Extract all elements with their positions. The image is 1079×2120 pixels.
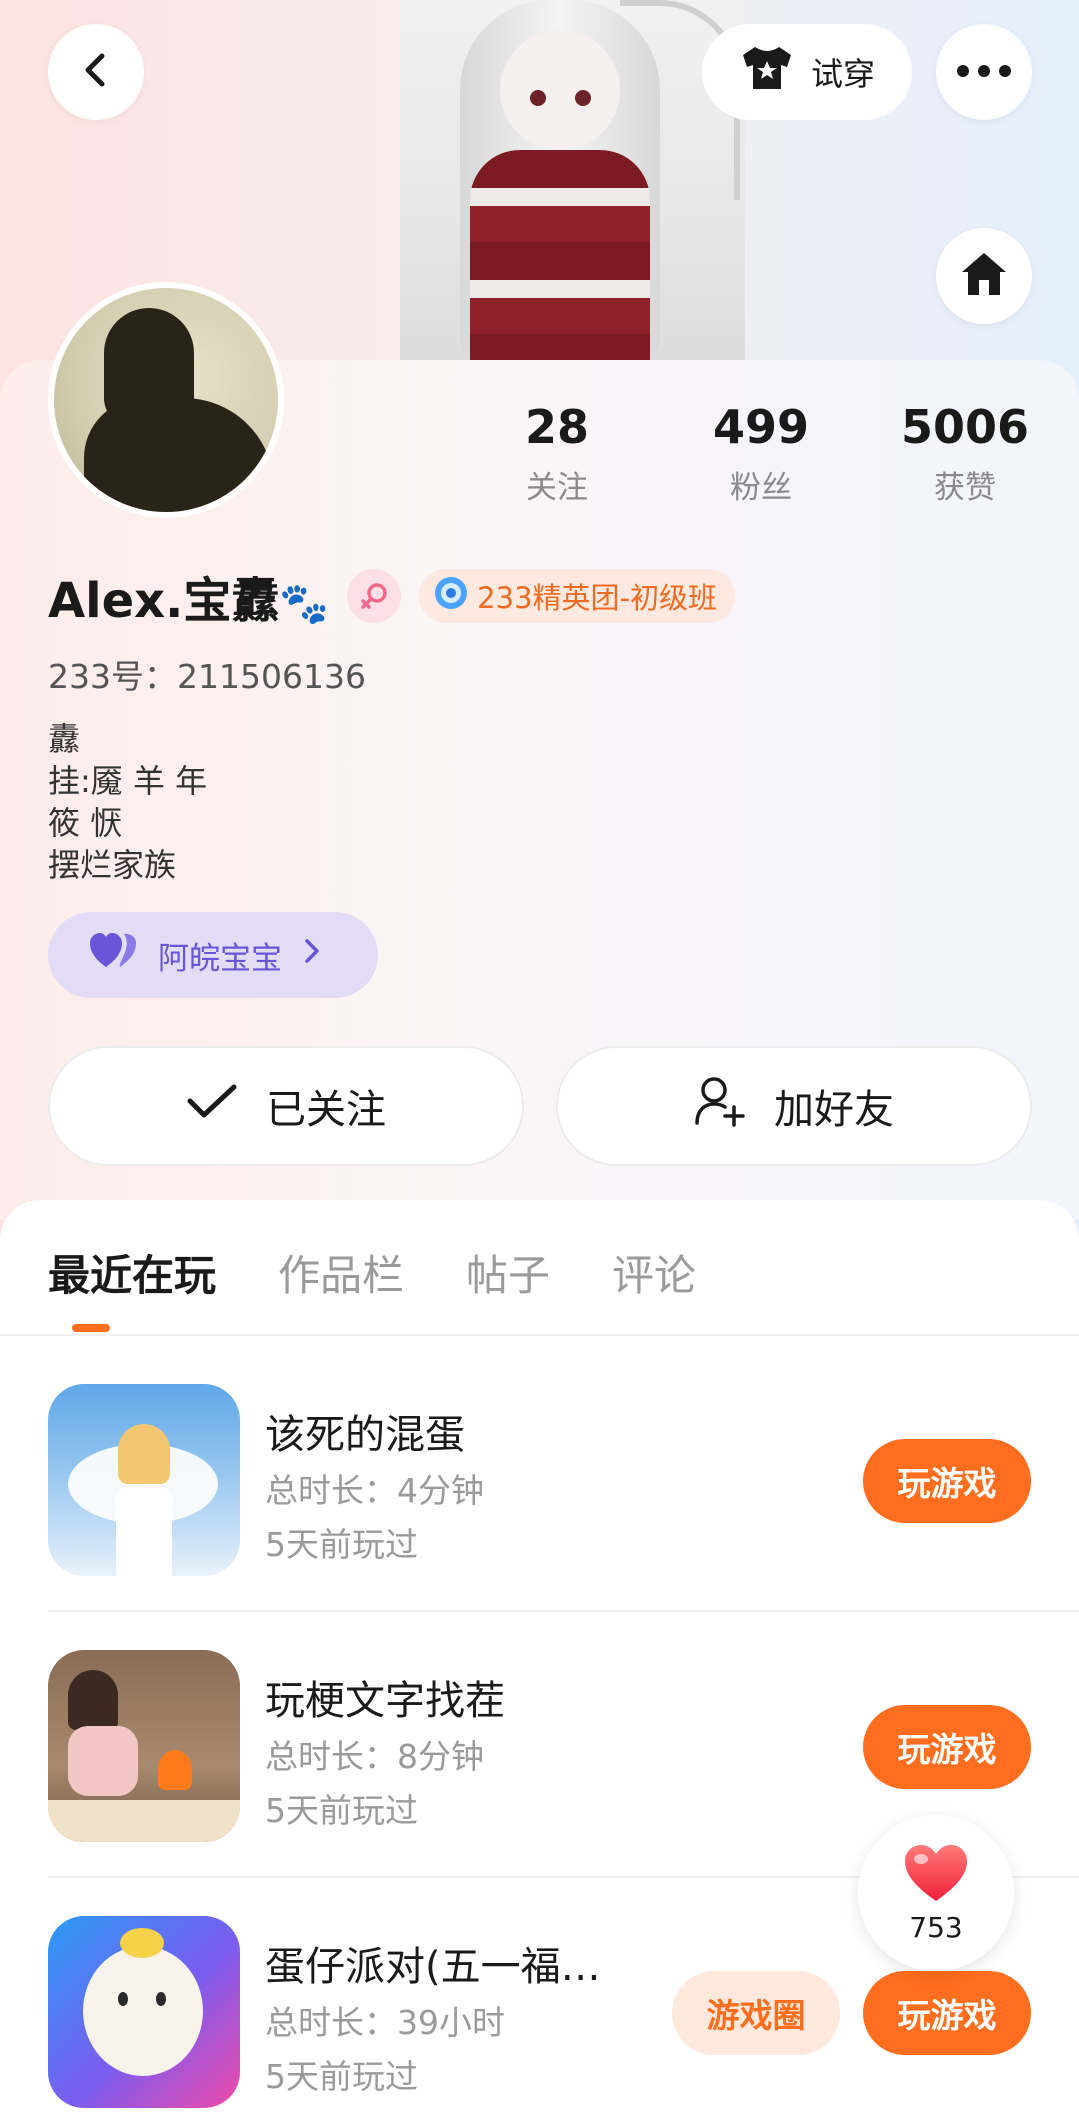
check-icon bbox=[186, 1081, 238, 1131]
stat-likes-label: 获赞 bbox=[934, 470, 996, 506]
group-label: 阿皖宝宝 bbox=[158, 940, 282, 977]
followed-button[interactable]: 已关注 bbox=[48, 1046, 524, 1166]
name-row: Alex.宝纛🐾 233精英团-初级班 bbox=[48, 565, 735, 629]
game-title: 蛋仔派对(五一福… bbox=[265, 1944, 601, 1990]
content-section: 最近在玩 作品栏 帖子 评论 该死的混蛋 总时长：4分钟 5天前玩过 玩游戏 玩… bbox=[0, 1200, 1079, 2120]
elite-badge-label: 233精英团-初级班 bbox=[477, 581, 717, 615]
chevron-right-icon bbox=[302, 937, 322, 973]
like-count: 753 bbox=[909, 1910, 963, 1944]
try-on-label: 试穿 bbox=[810, 55, 875, 93]
tab-recent-playing[interactable]: 最近在玩 bbox=[48, 1242, 216, 1303]
tab-posts[interactable]: 帖子 bbox=[466, 1242, 550, 1303]
game-last-played: 5天前玩过 bbox=[265, 1791, 418, 1830]
bio: 纛 挂:魇 羊 年 筱 恹 摆烂家族 bbox=[48, 718, 207, 886]
tabs-divider bbox=[0, 1334, 1079, 1336]
tab-comments[interactable]: 评论 bbox=[612, 1242, 696, 1303]
stat-following-label: 关注 bbox=[526, 470, 588, 506]
play-game-button[interactable]: 玩游戏 bbox=[863, 1971, 1031, 2055]
back-button[interactable] bbox=[48, 24, 144, 120]
tab-bar: 最近在玩 作品栏 帖子 评论 bbox=[48, 1242, 696, 1303]
female-icon bbox=[347, 569, 402, 623]
username: Alex.宝纛🐾 bbox=[48, 573, 330, 629]
like-button[interactable]: 753 bbox=[858, 1815, 1014, 1971]
game-duration: 总时长：8分钟 bbox=[265, 1737, 484, 1776]
heart-icon bbox=[903, 1843, 969, 1907]
profile-page: 试穿 28 关注 499 粉丝 5006 获赞 Alex.宝纛🐾 233精英团-… bbox=[0, 0, 1079, 2120]
stat-following-value: 28 bbox=[524, 400, 589, 454]
avatar[interactable] bbox=[48, 282, 284, 518]
stat-fans-label: 粉丝 bbox=[730, 470, 792, 506]
elite-badge[interactable]: 233精英团-初级班 bbox=[419, 569, 735, 623]
stat-fans-value: 499 bbox=[712, 400, 810, 454]
medal-icon bbox=[433, 575, 469, 618]
game-duration: 总时长：4分钟 bbox=[265, 1471, 484, 1510]
add-user-icon bbox=[694, 1075, 746, 1137]
game-duration: 总时长：39小时 bbox=[265, 2003, 505, 2042]
paw-icon: 🐾 bbox=[279, 581, 330, 627]
game-icon bbox=[48, 1650, 240, 1842]
list-item[interactable]: 该死的混蛋 总时长：4分钟 5天前玩过 玩游戏 bbox=[48, 1384, 1031, 1580]
stat-likes[interactable]: 5006 获赞 bbox=[885, 400, 1045, 507]
play-game-button[interactable]: 玩游戏 bbox=[863, 1439, 1031, 1523]
add-friend-button[interactable]: 加好友 bbox=[556, 1046, 1032, 1166]
home-icon bbox=[959, 250, 1009, 302]
game-title: 该死的混蛋 bbox=[265, 1412, 465, 1458]
bio-line: 摆烂家族 bbox=[48, 846, 177, 884]
followed-label: 已关注 bbox=[266, 1087, 386, 1133]
stat-following[interactable]: 28 关注 bbox=[477, 400, 637, 507]
more-dots-icon bbox=[956, 63, 1012, 82]
play-game-button[interactable]: 玩游戏 bbox=[863, 1705, 1031, 1789]
game-last-played: 5天前玩过 bbox=[265, 2057, 418, 2096]
group-link[interactable]: 阿皖宝宝 bbox=[48, 912, 378, 998]
game-icon bbox=[48, 1384, 240, 1576]
bio-line: 挂:魇 羊 年 bbox=[48, 762, 208, 800]
list-item[interactable]: 玩梗文字找茬 总时长：8分钟 5天前玩过 玩游戏 bbox=[48, 1650, 1031, 1846]
bio-line: 纛 bbox=[48, 720, 81, 758]
game-title: 玩梗文字找茬 bbox=[265, 1678, 505, 1724]
chevron-left-icon bbox=[76, 50, 116, 94]
bio-line: 筱 恹 bbox=[48, 804, 123, 842]
home-button[interactable] bbox=[936, 228, 1032, 324]
add-friend-label: 加好友 bbox=[774, 1087, 894, 1133]
row-divider bbox=[48, 1610, 1079, 1612]
game-icon bbox=[48, 1916, 240, 2108]
more-button[interactable] bbox=[936, 24, 1032, 120]
double-heart-icon bbox=[88, 931, 138, 979]
stat-fans[interactable]: 499 粉丝 bbox=[681, 400, 841, 507]
stat-likes-value: 5006 bbox=[900, 400, 1030, 454]
try-on-button[interactable]: 试穿 bbox=[702, 24, 912, 120]
active-tab-indicator bbox=[72, 1324, 110, 1332]
user-id: 233号：211506136 bbox=[48, 657, 366, 696]
shirt-star-icon bbox=[739, 43, 795, 101]
game-circle-button[interactable]: 游戏圈 bbox=[672, 1971, 840, 2055]
tab-works[interactable]: 作品栏 bbox=[278, 1242, 404, 1303]
banner-character-image bbox=[400, 0, 745, 360]
game-last-played: 5天前玩过 bbox=[265, 1525, 418, 1564]
